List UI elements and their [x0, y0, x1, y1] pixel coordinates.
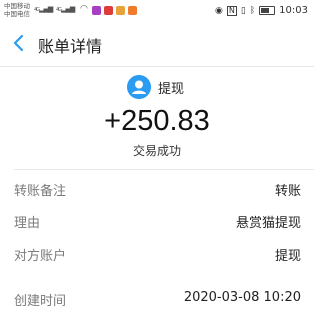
status-bar: 中国移动 中国电信 4G▂▄▆ 4G▂▄▆ ◠ ◉ N ▯ ᛒ 10:03: [0, 0, 314, 22]
eye-icon: ◉: [214, 5, 223, 16]
detail-value: 转账: [274, 184, 301, 199]
nfc-icon: N: [226, 5, 237, 16]
status-icons: ◉ N ▯ ᛒ 10:03: [215, 5, 308, 16]
vibrate-icon: ▯: [240, 5, 246, 16]
carrier-name-1: 中国移动: [4, 2, 30, 10]
detail-row-account: 对方账户 提现: [0, 245, 314, 265]
detail-value: 提现: [274, 249, 301, 264]
app-notification-icon: [104, 6, 113, 15]
detail-row-remark: 转账备注 转账: [0, 180, 314, 200]
wifi-icon: ◠: [80, 4, 88, 14]
app-notification-icon: [92, 6, 101, 15]
detail-label: 创建时间: [14, 294, 67, 309]
detail-row-reason: 理由 悬赏猫提现: [0, 212, 314, 232]
divider: [14, 169, 314, 170]
transaction-status: 交易成功: [132, 144, 181, 158]
user-avatar-icon: [127, 75, 151, 99]
network-type-2: 4G: [56, 7, 62, 13]
network-type-1: 4G: [34, 7, 40, 13]
app-notification-icon: [116, 6, 125, 15]
chevron-left-icon: [13, 34, 24, 52]
detail-label: 对方账户: [14, 249, 67, 264]
back-button[interactable]: [12, 33, 26, 53]
amount: +250.83: [104, 105, 210, 137]
clock: 10:03: [279, 5, 308, 16]
page-title: 账单详情: [38, 37, 103, 56]
battery-icon: [259, 6, 276, 15]
payee-name: 提现: [158, 82, 185, 97]
signal-icon: 4G▂▄▆: [34, 5, 53, 13]
carrier-name-2: 中国电信: [4, 10, 30, 18]
transaction-summary: 提现 +250.83 交易成功: [0, 67, 314, 169]
title-bar: 账单详情: [0, 22, 314, 67]
bluetooth-icon: ᛒ: [249, 5, 256, 16]
detail-label: 转账备注: [14, 184, 67, 199]
detail-row-created: 创建时间 2020-03-08 10:20: [0, 290, 314, 310]
detail-value: 悬赏猫提现: [235, 216, 301, 231]
detail-label: 理由: [14, 216, 41, 231]
signal-icon-2: 4G▂▄▆: [56, 5, 75, 13]
app-notification-icon: [128, 6, 137, 15]
detail-value: 2020-03-08 10:20: [183, 290, 301, 305]
